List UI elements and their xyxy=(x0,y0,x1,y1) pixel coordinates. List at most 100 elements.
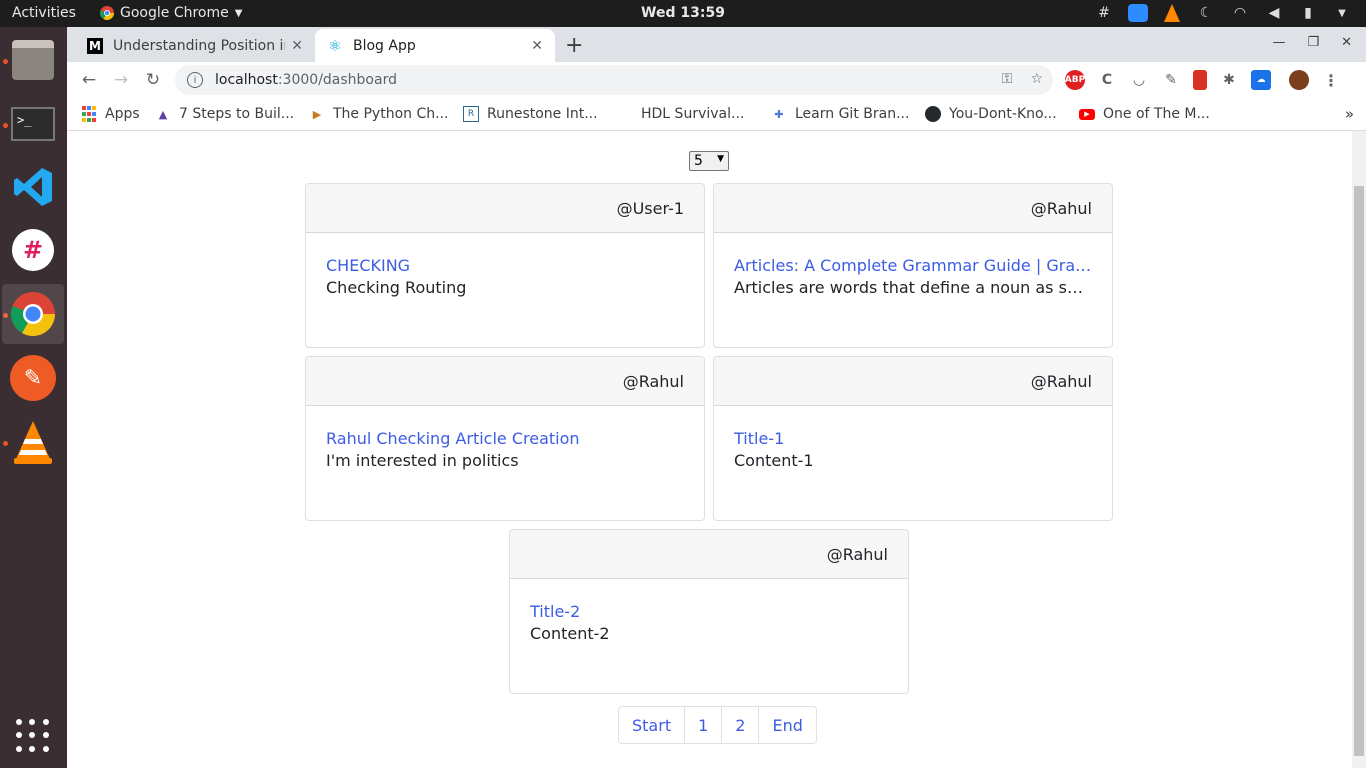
post-title-link[interactable]: Rahul Checking Article Creation xyxy=(326,428,684,450)
files-icon[interactable] xyxy=(2,30,64,90)
bookmark-label: The Python Ch... xyxy=(333,106,449,122)
post-content: Checking Routing xyxy=(326,278,467,297)
bug-icon[interactable]: ✱ xyxy=(1219,70,1239,90)
chevron-down-icon[interactable]: ▼ xyxy=(1332,3,1352,23)
card-author: @Rahul xyxy=(510,530,908,579)
new-tab-button[interactable]: + xyxy=(565,33,583,58)
system-top-bar: Activities Google Chrome ▼ Wed 13:59 # ☾… xyxy=(0,0,1366,27)
zoom-tray-icon[interactable] xyxy=(1128,3,1148,23)
system-tray: # ☾ ◠ ◀ ▮ ▼ xyxy=(1094,3,1352,23)
page-start-button[interactable]: Start xyxy=(619,707,686,743)
bookmark-python-challenge[interactable]: ▶ The Python Ch... xyxy=(309,106,449,122)
page-viewport: 5 ▼ @User-1 CHECKING Checking Routing @R… xyxy=(67,131,1352,768)
vscode-icon[interactable] xyxy=(2,157,64,217)
bookmark-label: One of The M... xyxy=(1103,106,1210,122)
night-light-icon[interactable]: ☾ xyxy=(1196,3,1216,23)
chevron-down-icon: ▼ xyxy=(717,154,724,164)
page-2-button[interactable]: 2 xyxy=(722,707,760,743)
omnibox-icons: ⚿ ☆ xyxy=(1002,71,1043,87)
react-icon: ⚛ xyxy=(328,36,342,55)
bookmark-label: Runestone Int... xyxy=(487,106,598,122)
scrollbar-thumb[interactable] xyxy=(1354,186,1364,756)
dock: >_ # ✎ xyxy=(0,27,67,768)
restore-icon[interactable]: ❐ xyxy=(1307,35,1319,50)
github-icon xyxy=(925,106,941,122)
bookmarks-bar: Apps ▲ 7 Steps to Buil... ▶ The Python C… xyxy=(67,98,1366,131)
post-title-link[interactable]: Title-2 xyxy=(530,601,888,623)
select-value: 5 xyxy=(694,153,703,169)
close-icon[interactable]: ✕ xyxy=(291,38,303,54)
card-body: CHECKING Checking Routing xyxy=(306,233,704,321)
page-1-button[interactable]: 1 xyxy=(685,707,723,743)
bookmark-label: HDL Survival... xyxy=(641,106,745,122)
star-icon[interactable]: ☆ xyxy=(1030,71,1043,87)
tab-understanding-position[interactable]: M Understanding Position in ✕ xyxy=(75,29,315,62)
bookmarks-overflow-icon[interactable]: » xyxy=(1345,105,1354,123)
back-arrow-icon[interactable]: ← xyxy=(77,68,101,92)
pagination: Start 1 2 End xyxy=(618,706,817,744)
tab-blog-app[interactable]: ⚛ Blog App ✕ xyxy=(315,29,555,62)
card-author: @Rahul xyxy=(714,184,1112,233)
slack-icon[interactable]: # xyxy=(2,220,64,280)
cloud-icon[interactable]: ☁ xyxy=(1251,70,1271,90)
page-end-button[interactable]: End xyxy=(759,707,815,743)
info-icon[interactable]: i xyxy=(187,72,203,88)
post-title-link[interactable]: CHECKING xyxy=(326,255,684,277)
card-body: Title-1 Content-1 xyxy=(714,406,1112,494)
terminal-icon[interactable]: >_ xyxy=(2,94,64,154)
adblock-icon[interactable]: ABP xyxy=(1065,70,1085,90)
post-title-link[interactable]: Articles: A Complete Grammar Guide | Gra… xyxy=(734,255,1092,277)
bookmark-hdl-survival[interactable]: HDL Survival... xyxy=(641,106,744,122)
pocket-icon[interactable]: ◡ xyxy=(1129,70,1149,90)
url-host: localhost xyxy=(215,72,278,88)
bookmark-runestone[interactable]: R Runestone Int... xyxy=(463,106,598,122)
browser-toolbar: ← → ↻ i localhost:3000/dashboard ⚿ ☆ ABP… xyxy=(67,62,1366,98)
bookmark-label: 7 Steps to Buil... xyxy=(179,106,295,122)
post-content: Articles are words that define a noun as… xyxy=(734,278,1092,297)
bookmark-learn-git[interactable]: ✚ Learn Git Bran... xyxy=(771,106,909,122)
volume-icon[interactable]: ◀ xyxy=(1264,3,1284,23)
bookmark-one-of-the[interactable]: ▶ One of The M... xyxy=(1079,106,1210,122)
page-scrollbar[interactable] xyxy=(1352,131,1366,768)
reload-icon[interactable]: ↻ xyxy=(141,68,165,92)
address-bar[interactable]: i localhost:3000/dashboard ⚿ ☆ xyxy=(175,65,1053,95)
wifi-icon[interactable]: ◠ xyxy=(1230,3,1250,23)
browser-chrome: M Understanding Position in ✕ ⚛ Blog App… xyxy=(67,27,1366,131)
card-body: Title-2 Content-2 xyxy=(510,579,908,667)
medium-icon: M xyxy=(87,37,103,54)
extension-icon[interactable]: C xyxy=(1097,70,1117,90)
card-body: Rahul Checking Article Creation I'm inte… xyxy=(306,406,704,494)
card-author: @Rahul xyxy=(306,357,704,406)
bookmark-apps[interactable]: Apps xyxy=(81,106,140,122)
tab-title: Understanding Position in xyxy=(113,37,286,54)
post-title-link[interactable]: Title-1 xyxy=(734,428,1092,450)
window-controls: — ❐ ✕ xyxy=(1272,35,1352,50)
key-icon[interactable]: ⚿ xyxy=(1002,71,1013,87)
slack-tray-icon[interactable]: # xyxy=(1094,3,1114,23)
minimize-icon[interactable]: — xyxy=(1272,35,1285,50)
tab-title: Blog App xyxy=(353,37,416,54)
bookmark-icon: ▲ xyxy=(158,107,168,121)
post-card: @Rahul Title-1 Content-1 xyxy=(713,356,1113,521)
show-applications-icon[interactable] xyxy=(16,719,50,753)
battery-icon[interactable]: ▮ xyxy=(1298,3,1318,23)
eyedropper-icon[interactable]: ✎ xyxy=(1161,70,1181,90)
python-icon: ▶ xyxy=(312,107,322,121)
extensions-bar: ABP C ◡ ✎ ✱ ☁ ⋮ xyxy=(1065,70,1341,90)
close-icon[interactable]: ✕ xyxy=(1341,35,1352,50)
posts-per-page-select[interactable]: 5 ▼ xyxy=(689,151,729,171)
chrome-icon[interactable] xyxy=(2,284,64,344)
vlc-icon[interactable] xyxy=(2,412,64,472)
avatar[interactable] xyxy=(1289,70,1309,90)
bookmark-7-steps[interactable]: ▲ 7 Steps to Buil... xyxy=(155,106,294,122)
forward-arrow-icon[interactable]: → xyxy=(109,68,133,92)
bookmark-label: You-Dont-Kno... xyxy=(949,106,1057,122)
vlc-tray-icon[interactable] xyxy=(1162,3,1182,23)
more-vert-icon[interactable]: ⋮ xyxy=(1321,70,1341,90)
post-card: @Rahul Title-2 Content-2 xyxy=(509,529,909,694)
bookmark-you-dont-know[interactable]: You-Dont-Kno... xyxy=(925,106,1057,122)
close-icon[interactable]: ✕ xyxy=(531,38,543,54)
postman-icon[interactable]: ✎ xyxy=(2,348,64,408)
bookmark-ext-icon[interactable] xyxy=(1193,70,1207,90)
post-card: @Rahul Articles: A Complete Grammar Guid… xyxy=(713,183,1113,348)
